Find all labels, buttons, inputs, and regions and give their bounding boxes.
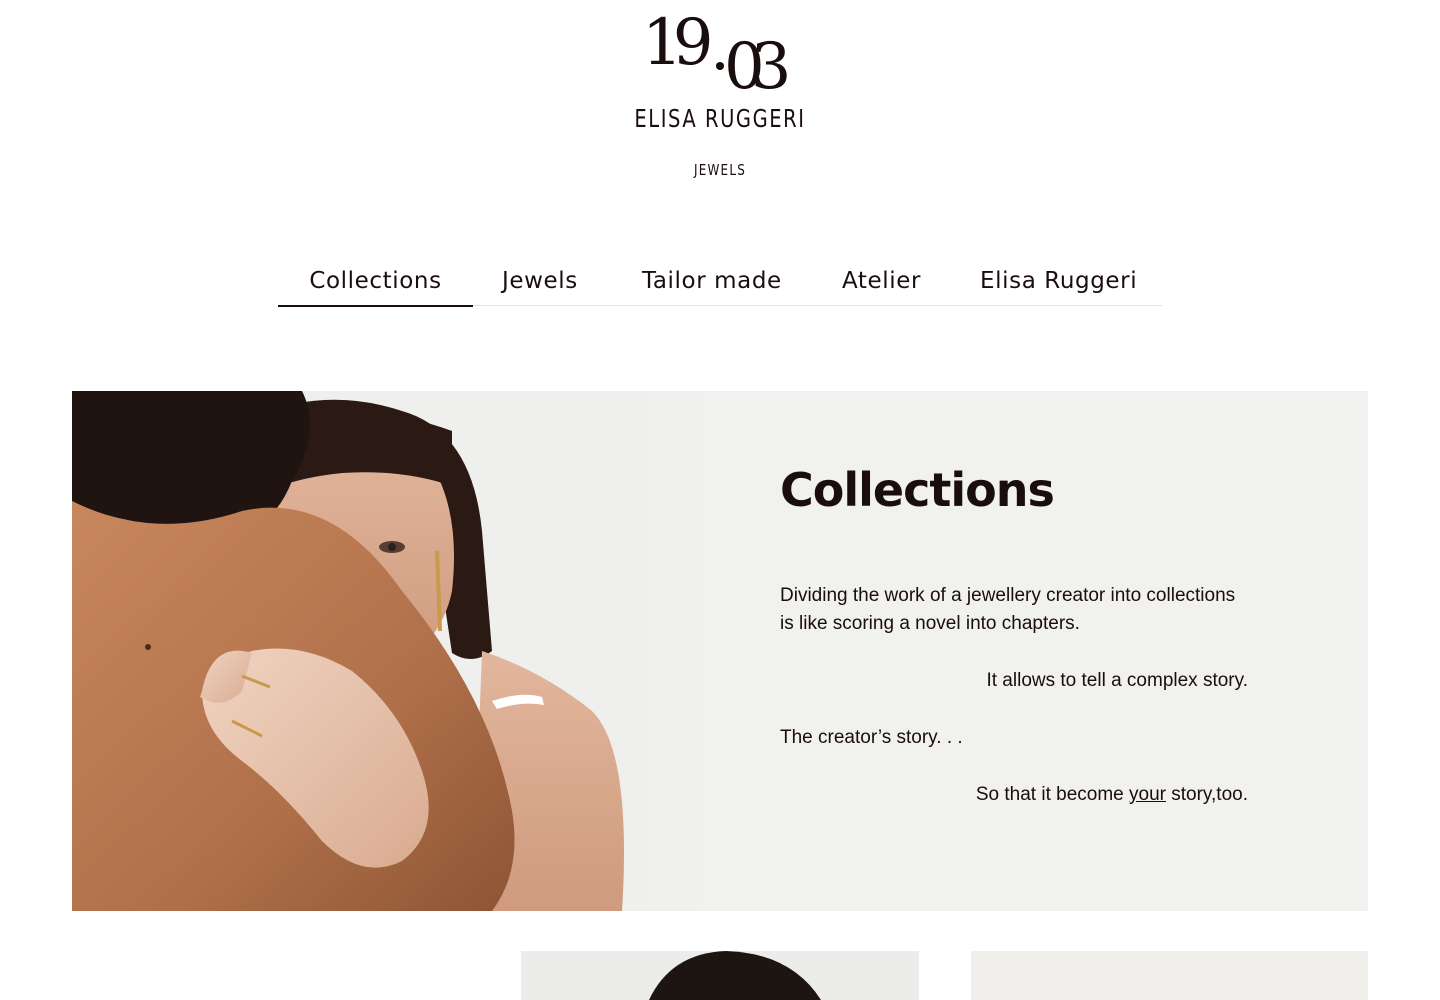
site-header: 19 03 ELISA RUGGERI JEWELS (0, 0, 1440, 200)
nav-item-elisa-ruggeri[interactable]: Elisa Ruggeri (980, 258, 1162, 305)
nav-item-tailor-made[interactable]: Tailor made (642, 258, 802, 305)
hero-paragraph-4-end: story,too. (1165, 784, 1248, 805)
collection-card-2[interactable] (971, 951, 1368, 1000)
brand-subtitle: JEWELS (693, 161, 747, 179)
collections-hero: Collections Dividing the work of a jewel… (72, 391, 1368, 911)
brand-name: ELISA RUGGERI (634, 104, 806, 133)
collection-card-2-photo (971, 951, 1368, 1000)
hero-paragraph-4: So that it become your story,too. (780, 781, 1248, 809)
hero-title: Collections (780, 463, 1055, 517)
nav-item-collections[interactable]: Collections (278, 258, 473, 307)
hero-photo (72, 391, 712, 911)
hero-paragraph-3: The creator’s story. . . (780, 727, 963, 748)
collection-card-1[interactable] (521, 951, 919, 1000)
svg-text:19: 19 (642, 6, 710, 80)
your-link[interactable]: your (1129, 784, 1166, 805)
brand-logo[interactable]: 19 03 (620, 6, 820, 96)
nav-item-atelier[interactable]: Atelier (842, 258, 942, 305)
main-navigation: Collections Jewels Tailor made Atelier E… (278, 258, 1162, 307)
hero-paragraph-4-start: So that it become (975, 784, 1130, 805)
svg-text:03: 03 (724, 30, 787, 96)
collection-card-1-photo (521, 951, 919, 1000)
hero-paragraph-1: Dividing the work of a jewellery creator… (780, 585, 1236, 634)
nav-item-jewels[interactable]: Jewels (502, 258, 612, 305)
hero-paragraph-2: It allows to tell a complex story. (986, 670, 1248, 691)
